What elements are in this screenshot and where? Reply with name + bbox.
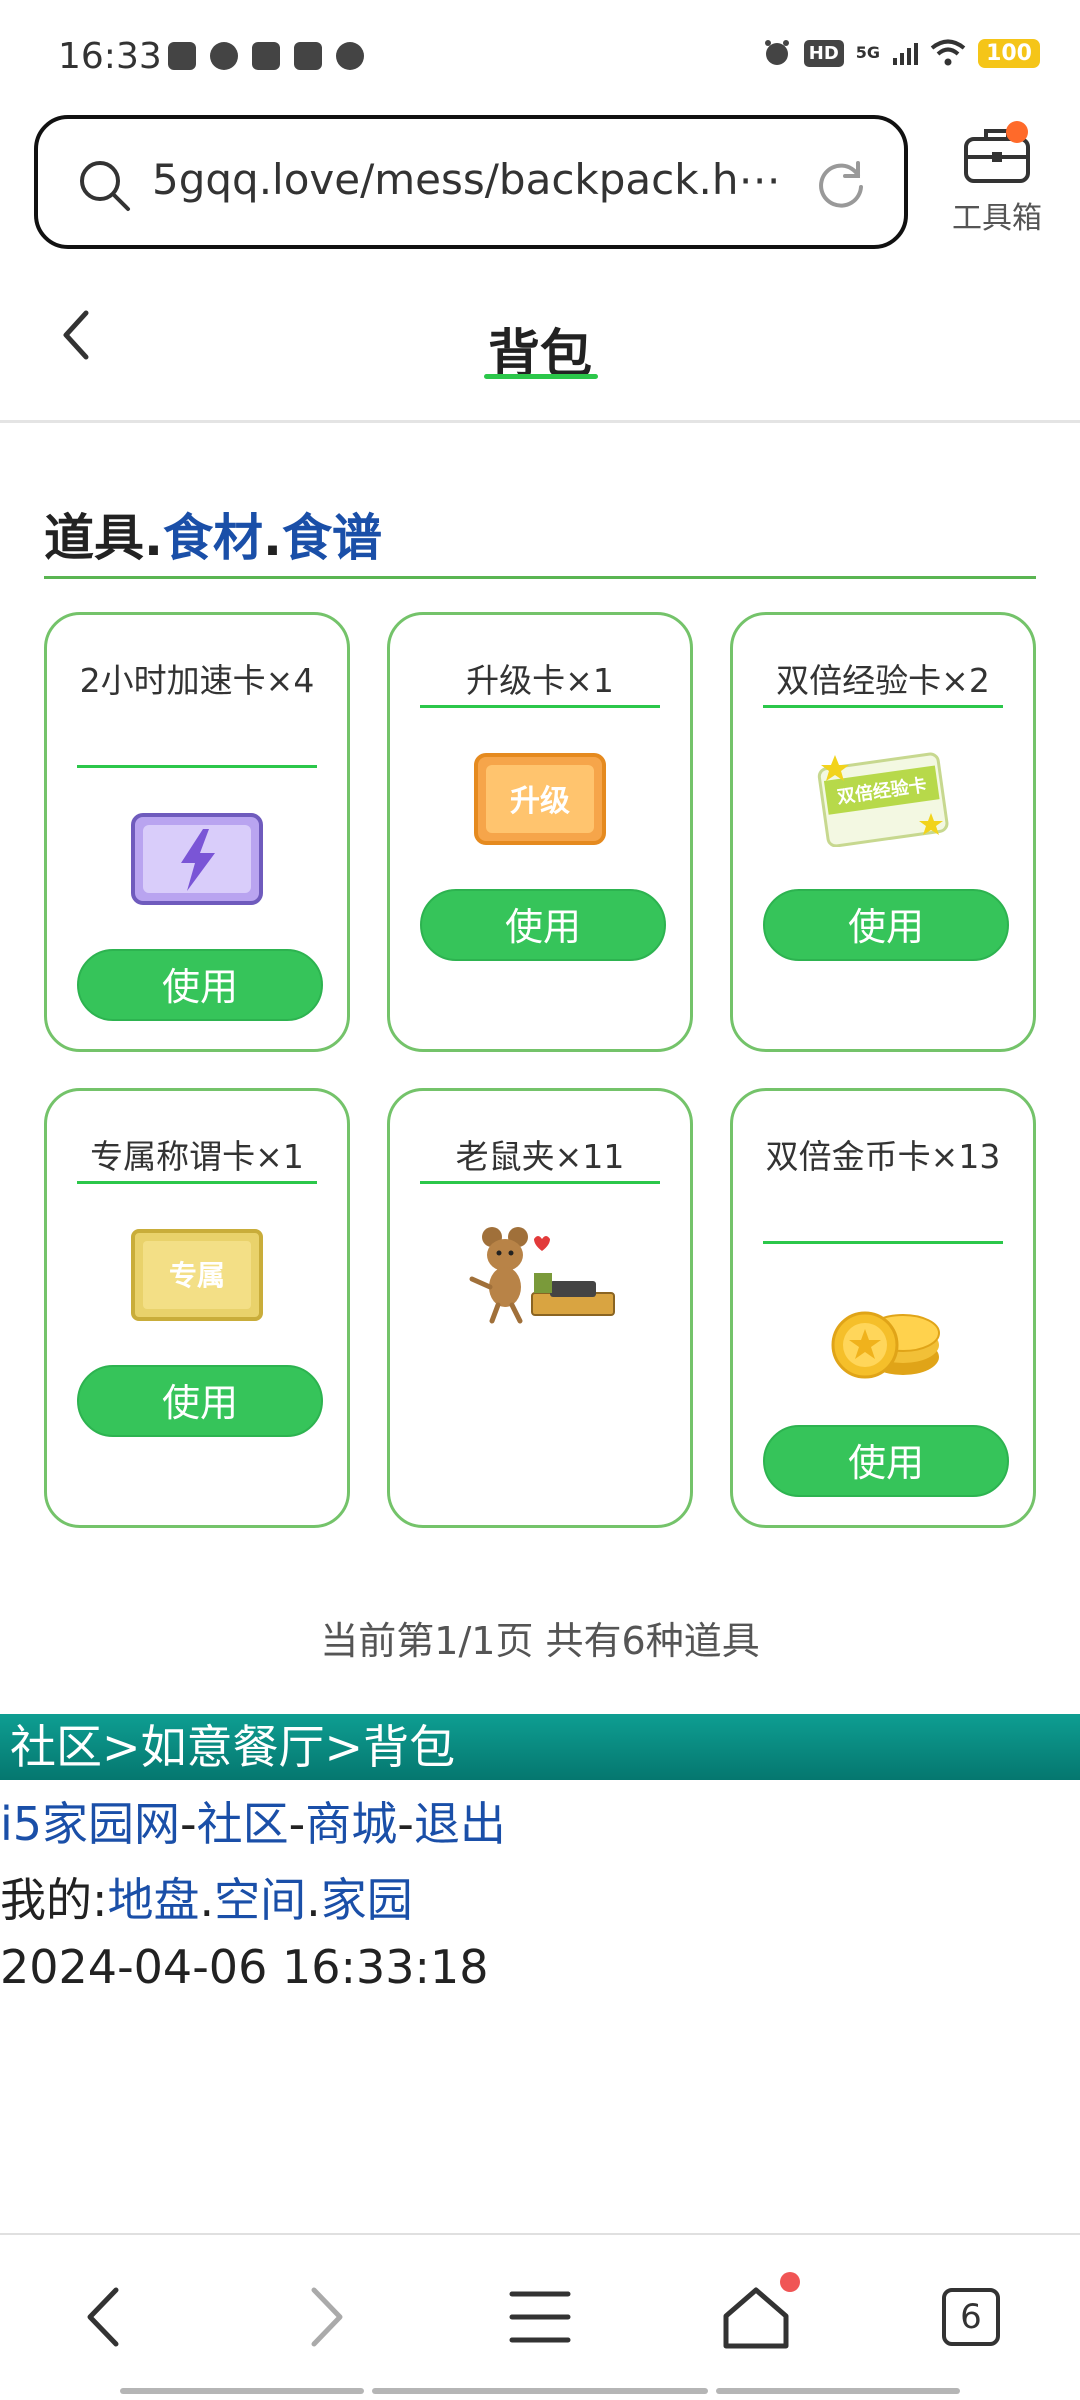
search-icon [80, 161, 130, 211]
item-name: 升级卡×1 [466, 661, 614, 700]
home-badge [780, 2272, 800, 2292]
tab-separator: . [144, 509, 163, 567]
status-bar: 16:33 HD 5G 100 [0, 0, 1080, 110]
link-separator: . [199, 1873, 215, 1927]
use-button[interactable]: 使用 [763, 889, 1009, 961]
section-tabs: 道具.食材.食谱 [44, 498, 382, 570]
toolbox-badge [1006, 121, 1028, 143]
exclusive-title-card-icon: 专属 [131, 1229, 263, 1321]
link-community[interactable]: 社区 [197, 1797, 289, 1851]
toolbox-label: 工具箱 [952, 201, 1042, 236]
battery-indicator: 100 [978, 38, 1040, 68]
address-bar[interactable]: 5gqq.love/mess/backpack.h⋯ [34, 115, 908, 249]
alarm-icon [764, 40, 789, 65]
item-name-underline [763, 705, 1003, 708]
footer-links: i5家园网-社区-商城-退出 [0, 1788, 506, 1854]
my-prefix: 我的: [0, 1873, 108, 1927]
item-name-underline [77, 765, 317, 768]
link-mall[interactable]: 商城 [305, 1797, 397, 1851]
gesture-bar [372, 2388, 708, 2394]
pagination-info: 当前第1/1页 共有6种道具 [320, 1619, 760, 1663]
section-divider [44, 576, 1036, 579]
use-button[interactable]: 使用 [77, 949, 323, 1021]
gesture-bar [716, 2388, 960, 2394]
mousetrap-icon [469, 1227, 615, 1324]
item-name-underline [420, 705, 660, 708]
gesture-bar [120, 2388, 364, 2394]
my-links: 我的:地盘.空间.家园 [0, 1864, 413, 1930]
item-name: 双倍金币卡×13 [765, 1137, 1001, 1176]
double-exp-card-icon: 双倍经验卡 [817, 752, 949, 847]
tabs-button[interactable]: 6 [942, 2288, 1000, 2346]
link-logout[interactable]: 退出 [414, 1797, 506, 1851]
breadcrumb: 社区>如意餐厅>背包 [0, 1714, 1080, 1780]
item-name: 双倍经验卡×2 [776, 661, 990, 700]
notification-icon [168, 42, 196, 70]
item-card: 老鼠夹×11 [387, 1088, 693, 1528]
item-name: 2小时加速卡×4 [79, 661, 315, 700]
item-card: 2小时加速卡×4 使用 [44, 612, 350, 1052]
status-time: 16:33 [58, 36, 162, 77]
url-text[interactable]: 5gqq.love/mess/backpack.h⋯ [152, 155, 792, 204]
app-icon [252, 42, 280, 70]
link-homeland[interactable]: 家园 [321, 1873, 413, 1927]
wifi-icon [930, 39, 966, 66]
leaf-icon [336, 42, 364, 70]
link-space[interactable]: 空间 [214, 1873, 306, 1927]
system-icons: HD 5G 100 [762, 38, 1040, 68]
signal-icon [893, 43, 919, 65]
datetime: 2024-04-06 16:33:18 [0, 1940, 489, 1994]
item-card: 专属称谓卡×1 专属 使用 [44, 1088, 350, 1528]
tab-items[interactable]: 道具 [44, 509, 144, 567]
link-territory[interactable]: 地盘 [108, 1873, 200, 1927]
item-name-underline [77, 1181, 317, 1184]
link-separator: - [180, 1797, 197, 1851]
link-separator: - [288, 1797, 306, 1851]
reload-icon[interactable] [814, 157, 868, 211]
tab-separator: . [263, 509, 282, 567]
lightning-card-icon [131, 813, 263, 905]
use-button[interactable]: 使用 [420, 889, 666, 961]
link-separator: . [306, 1873, 321, 1927]
pay-icon [294, 42, 322, 70]
link-separator: - [397, 1797, 414, 1851]
link-home[interactable]: i5家园网 [0, 1797, 180, 1851]
nav-forward-icon[interactable] [284, 2282, 364, 2352]
exclusive-card-label: 专属 [169, 1259, 225, 1292]
upgrade-card-icon: 升级 [474, 753, 606, 845]
tab-ingredients[interactable]: 食材 [163, 509, 263, 567]
home-icon[interactable] [716, 2282, 796, 2352]
upgrade-card-label: 升级 [510, 784, 570, 819]
toolbox-button[interactable]: 工具箱 [942, 121, 1052, 245]
use-button[interactable]: 使用 [77, 1365, 323, 1437]
header-divider [0, 420, 1080, 423]
nav-back-icon[interactable] [66, 2282, 146, 2352]
item-name-underline [420, 1181, 660, 1184]
chat-icon [210, 42, 238, 70]
use-button[interactable]: 使用 [763, 1425, 1009, 1497]
item-card: 升级卡×1 升级 使用 [387, 612, 693, 1052]
item-card: 双倍经验卡×2 双倍经验卡 使用 [730, 612, 1036, 1052]
item-name-underline [763, 1241, 1003, 1244]
menu-icon[interactable] [500, 2282, 580, 2352]
bottom-nav-divider [0, 2233, 1080, 2235]
toolbox-icon [962, 121, 1032, 185]
tab-recipes[interactable]: 食谱 [282, 509, 382, 567]
item-name: 老鼠夹×11 [455, 1137, 625, 1176]
gold-coins-icon [831, 1311, 940, 1379]
hd-icon: HD [803, 39, 844, 67]
item-name: 专属称谓卡×1 [90, 1137, 304, 1176]
network-type: 5G [855, 43, 881, 62]
title-underline [484, 374, 598, 379]
item-card: 双倍金币卡×13 使用 [730, 1088, 1036, 1528]
notification-icons [168, 42, 364, 70]
